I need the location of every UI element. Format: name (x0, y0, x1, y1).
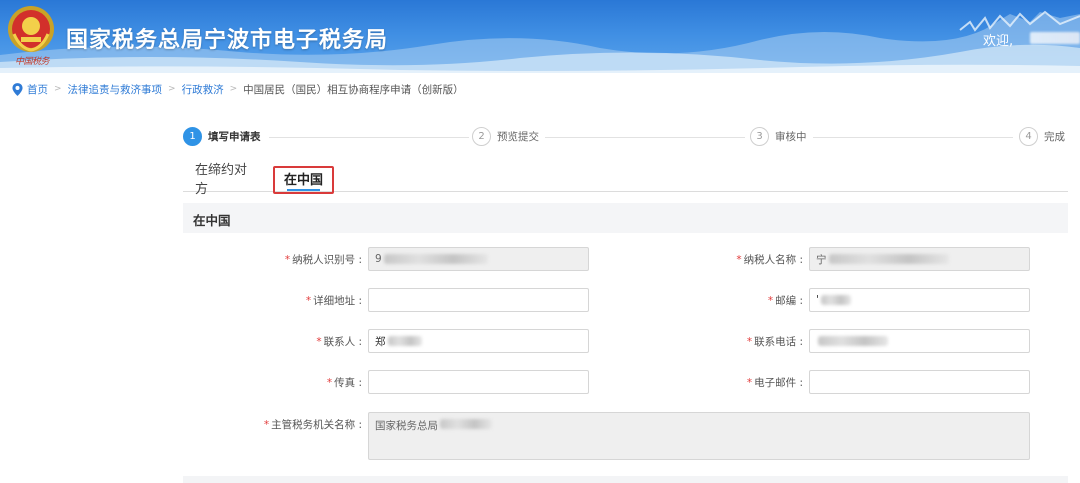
tab-label: 在中国 (283, 172, 323, 188)
address-label: * 详细地址 : (305, 295, 362, 307)
step-number: 4 (1019, 127, 1038, 146)
welcome-text: 欢迎, (983, 34, 1014, 49)
redacted-value (387, 336, 422, 346)
fax-label: * 传真 : (326, 377, 362, 389)
tab-label: 在缔约对方 (195, 163, 248, 197)
breadcrumb-separator: > (168, 84, 176, 94)
breadcrumb-admin-remedy[interactable]: 行政救济 (182, 82, 224, 97)
email-field[interactable] (809, 370, 1030, 394)
tax-authority-field[interactable]: 国家税务总局 (368, 412, 1030, 460)
redacted-value (820, 295, 851, 305)
emblem-caption: 中国税务 (14, 57, 50, 67)
email-label: * 电子邮件 : (746, 377, 803, 389)
taxpayer-name-label: * 纳税人名称 : (736, 254, 803, 266)
step-connector (269, 137, 469, 138)
step-number: 3 (750, 127, 769, 146)
step-under-review: 3 审核中 (750, 127, 807, 146)
step-connector (545, 137, 745, 138)
step-complete: 4 完成 (1019, 127, 1065, 146)
step-label: 填写申请表 (208, 131, 261, 143)
step-number: 2 (472, 127, 491, 146)
fax-field[interactable] (368, 370, 589, 394)
step-fill-form: 1 填写申请表 (183, 127, 261, 146)
tax-authority-label: * 主管税务机关名称 : (263, 419, 362, 431)
breadcrumb-current: 中国居民（国民）相互协商程序申请（创新版） (243, 83, 464, 96)
breadcrumb-separator: > (229, 84, 238, 94)
progress-steps: 1 填写申请表 2 预览提交 3 审核中 4 完成 (183, 127, 1068, 149)
contact-field[interactable]: 郑 (368, 329, 589, 353)
section-header: 在中国 (183, 203, 1068, 233)
breadcrumb: 首页 > 法律追责与救济事项 > 行政救济 > 中国居民（国民）相互协商程序申请… (12, 81, 464, 97)
phone-field[interactable] (809, 329, 1030, 353)
redacted-value (818, 336, 888, 346)
breadcrumb-home[interactable]: 首页 (27, 82, 48, 97)
next-section-header (183, 476, 1068, 483)
taxpayer-id-label: * 纳税人识别号 : (284, 254, 362, 266)
tab-other-contracting-party[interactable]: 在缔约对方 (195, 163, 259, 197)
taxpayer-name-field[interactable]: 宁 (809, 247, 1030, 271)
step-number: 1 (183, 127, 202, 146)
step-connector (813, 137, 1013, 138)
tax-emblem-icon (8, 6, 54, 52)
breadcrumb-separator: > (54, 84, 62, 94)
redacted-value (828, 254, 949, 264)
address-field[interactable] (368, 288, 589, 312)
site-title: 国家税务总局宁波市电子税务局 (66, 28, 389, 53)
tab-in-china[interactable]: 在中国 (274, 164, 333, 192)
step-label: 预览提交 (497, 131, 539, 143)
tab-active-indicator (287, 189, 320, 191)
postcode-field[interactable]: ' (809, 288, 1030, 312)
redacted-value (440, 419, 492, 429)
step-label: 完成 (1044, 131, 1065, 143)
step-label: 审核中 (775, 131, 807, 143)
tab-bar: 在缔约对方 在中国 (183, 163, 1068, 197)
contact-label: * 联系人 : (316, 336, 362, 348)
redacted-username (1030, 32, 1080, 44)
phone-label: * 联系电话 : (746, 336, 803, 348)
site-header: 中国税务 国家税务总局宁波市电子税务局 欢迎, (0, 0, 1080, 73)
taxpayer-id-field[interactable]: 9 (368, 247, 589, 271)
section-title: 在中国 (193, 213, 231, 228)
postcode-label: * 邮编 : (767, 295, 803, 307)
location-pin-icon (12, 82, 23, 96)
breadcrumb-legal-remedy[interactable]: 法律追责与救济事项 (68, 82, 163, 97)
redacted-value (383, 254, 488, 264)
step-preview-submit: 2 预览提交 (472, 127, 539, 146)
